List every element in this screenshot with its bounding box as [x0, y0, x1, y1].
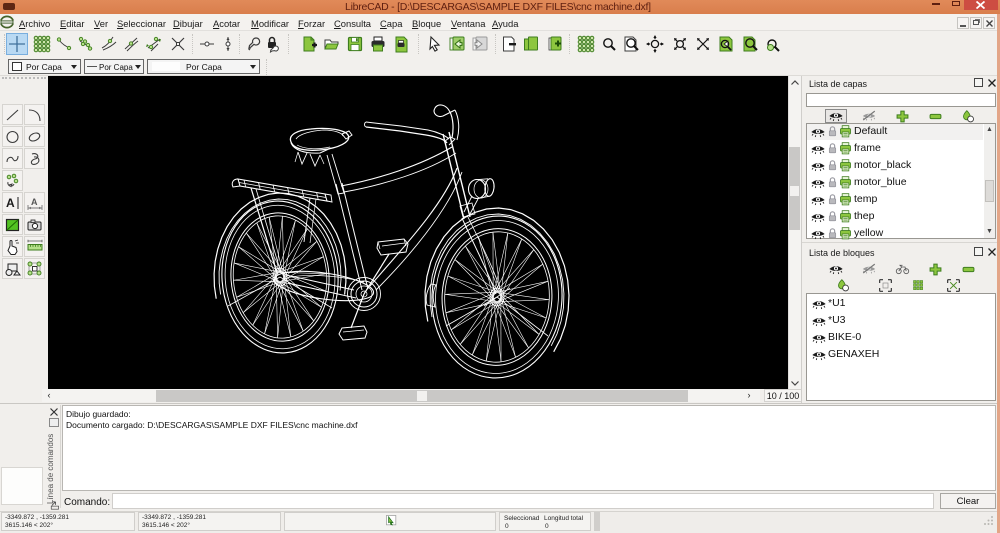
svg-text:A: A [31, 197, 38, 207]
svg-text:A: A [6, 196, 15, 210]
